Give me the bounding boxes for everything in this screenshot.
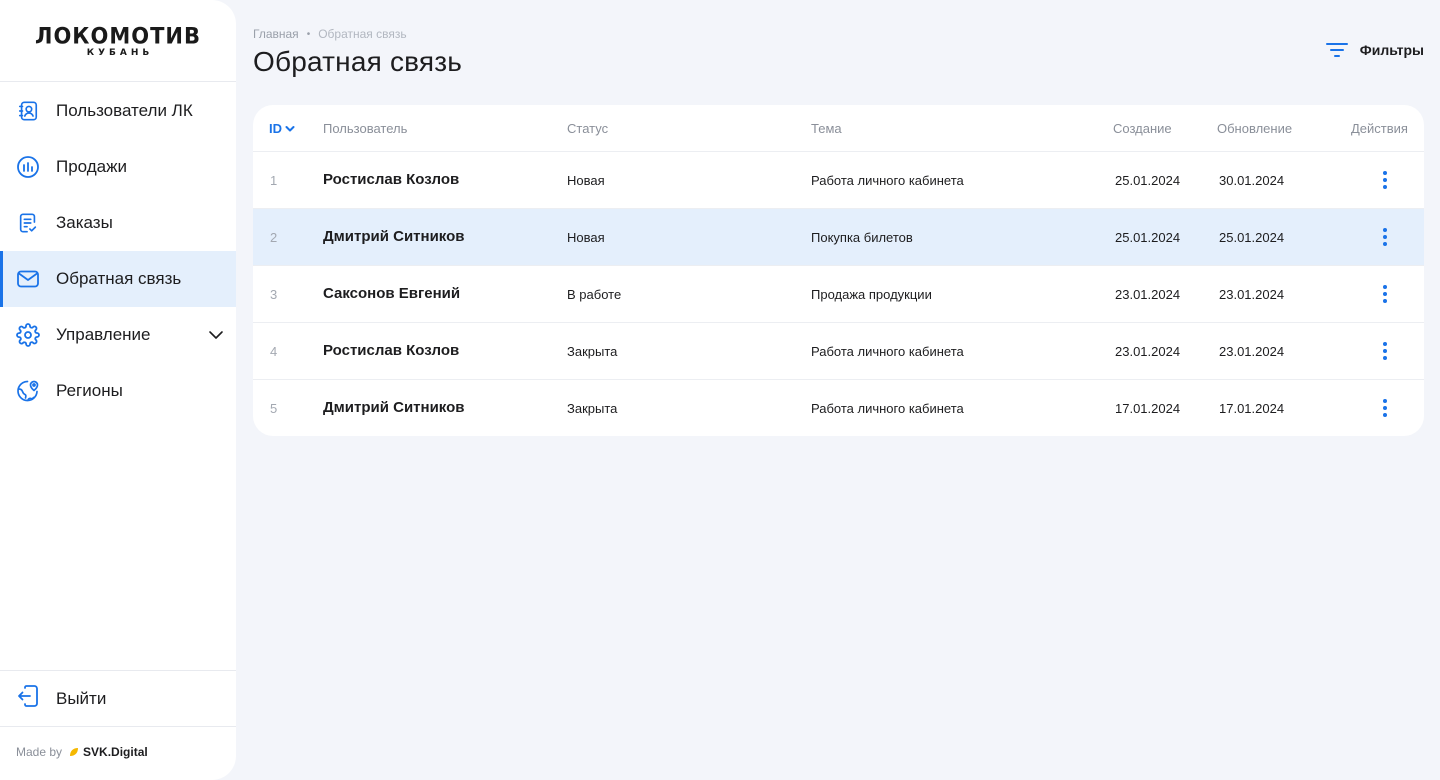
cell-status: Новая [567,173,605,188]
logo[interactable]: ЛОКОМОТИВ КУБАНЬ [0,0,236,82]
sidebar-item-label: Продажи [56,157,127,176]
table-row[interactable]: 4 Ростислав Козлов Закрыта Работа личног… [253,323,1424,380]
breadcrumb-current: Обратная связь [318,27,407,41]
filter-icon [1325,43,1348,57]
sidebar-item-regions[interactable]: Регионы [0,363,236,419]
svk-logo-icon [70,748,79,756]
table-header: ID Пользователь Статус Тема Создание Обн… [253,105,1424,152]
gear-icon [16,323,40,347]
sidebar-item-users[interactable]: Пользователи ЛК [0,83,236,139]
sidebar-item-orders[interactable]: Заказы [0,195,236,251]
cell-updated: 23.01.2024 [1219,344,1285,359]
cell-topic: Работа личного кабинета [811,344,964,359]
sort-chevron-icon [285,125,295,131]
cell-user: Саксонов Евгений [323,285,461,302]
receipt-icon [16,211,40,235]
cell-id: 5 [270,401,278,416]
dev-brand-label: SVK.Digital [83,745,148,759]
sidebar-item-label: Регионы [56,381,123,400]
more-actions-icon[interactable] [1373,168,1397,192]
page-title: Обратная связь [253,46,463,77]
cell-updated: 17.01.2024 [1219,401,1285,416]
cell-topic: Работа личного кабинета [811,401,964,416]
cell-id: 1 [270,173,278,188]
logout-button[interactable]: Выйти [0,670,236,727]
breadcrumb-separator: • [306,28,311,40]
logo-sub-text: КУБАНЬ [86,48,154,58]
globe-pin-icon [16,379,40,403]
cell-created: 25.01.2024 [1115,230,1181,245]
cell-created: 25.01.2024 [1115,173,1181,188]
made-by: Made by SVK.Digital [16,745,148,759]
cell-updated: 25.01.2024 [1219,230,1285,245]
sidebar-item-management[interactable]: Управление [0,307,236,363]
chart-circle-icon [16,155,40,179]
more-actions-icon[interactable] [1373,339,1397,363]
cell-topic: Покупка билетов [811,230,913,245]
made-by-label: Made by [16,745,63,759]
cell-topic: Продажа продукции [811,287,932,302]
column-header-topic[interactable]: Тема [811,121,842,136]
cell-created: 17.01.2024 [1115,401,1181,416]
table-row[interactable]: 3 Саксонов Евгений В работе Продажа прод… [253,266,1424,323]
table-row[interactable]: 2 Дмитрий Ситников Новая Покупка билетов… [253,209,1424,266]
dev-brand-link[interactable]: SVK.Digital [68,745,148,759]
filters-button[interactable]: Фильтры [1325,42,1424,58]
user-card-icon [16,99,40,123]
cell-id: 4 [270,344,278,359]
cell-topic: Работа личного кабинета [811,173,964,188]
sidebar-nav: Пользователи ЛК Продажи Заказы Обратная … [0,83,236,419]
column-header-status[interactable]: Статус [567,121,608,136]
sidebar-item-label: Управление [56,325,151,344]
more-actions-icon[interactable] [1373,282,1397,306]
table-row[interactable]: 5 Дмитрий Ситников Закрыта Работа личног… [253,380,1424,436]
breadcrumb-home[interactable]: Главная [253,27,299,41]
filters-label: Фильтры [1359,42,1424,58]
column-header-actions: Действия [1351,121,1408,136]
cell-created: 23.01.2024 [1115,344,1181,359]
cell-user: Дмитрий Ситников [323,399,465,416]
cell-updated: 23.01.2024 [1219,287,1285,302]
logout-icon [16,684,40,713]
breadcrumb: Главная • Обратная связь [253,27,407,41]
cell-status: Новая [567,230,605,245]
sidebar-item-label: Заказы [56,213,113,232]
cell-user: Ростислав Козлов [323,171,460,188]
cell-status: Закрыта [567,401,618,416]
cell-user: Ростислав Козлов [323,342,460,359]
logout-label: Выйти [56,688,107,708]
column-header-created[interactable]: Создание [1113,121,1172,136]
sidebar-item-label: Обратная связь [56,269,182,288]
cell-status: Закрыта [567,344,618,359]
feedback-table: ID Пользователь Статус Тема Создание Обн… [253,105,1424,436]
sidebar-item-sales[interactable]: Продажи [0,139,236,195]
chevron-down-icon[interactable] [208,327,224,348]
column-header-label: ID [269,121,282,136]
cell-id: 3 [270,287,278,302]
cell-created: 23.01.2024 [1115,287,1181,302]
cell-id: 2 [270,230,278,245]
more-actions-icon[interactable] [1373,396,1397,420]
cell-user: Дмитрий Ситников [323,228,465,245]
mail-icon [16,267,40,291]
column-header-id[interactable]: ID [269,121,295,136]
table-row[interactable]: 1 Ростислав Козлов Новая Работа личного … [253,152,1424,209]
column-header-user[interactable]: Пользователь [323,121,407,136]
sidebar: ЛОКОМОТИВ КУБАНЬ Пользователи ЛК Продажи… [0,0,236,780]
column-header-updated[interactable]: Обновление [1217,121,1292,136]
cell-updated: 30.01.2024 [1219,173,1285,188]
sidebar-item-feedback[interactable]: Обратная связь [0,251,236,307]
more-actions-icon[interactable] [1373,225,1397,249]
logo-main-text: ЛОКОМОТИВ [35,23,201,49]
cell-status: В работе [567,287,622,302]
sidebar-item-label: Пользователи ЛК [56,101,193,120]
